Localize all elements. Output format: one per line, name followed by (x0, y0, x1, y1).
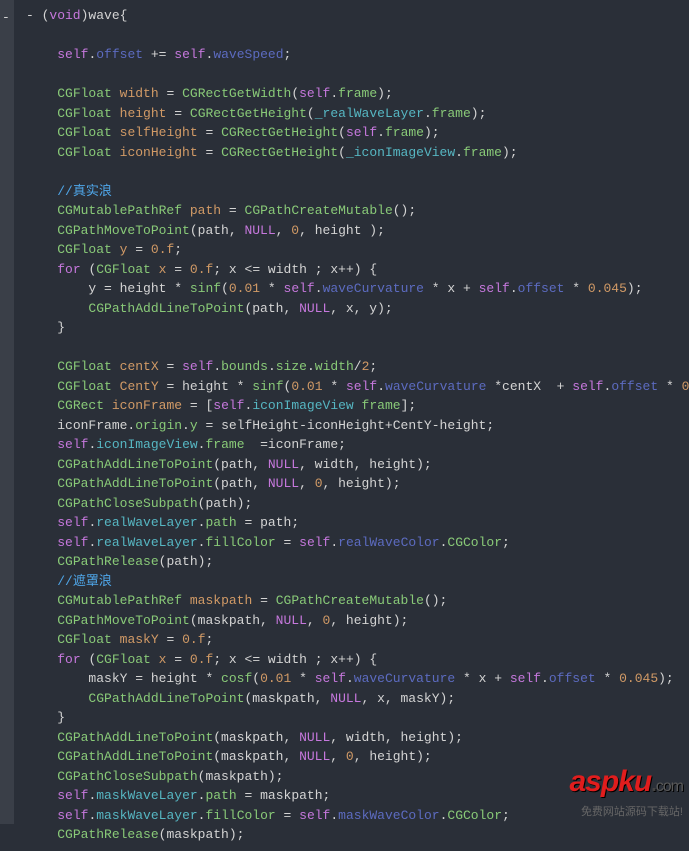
watermark-brand-main: aspku (569, 765, 651, 798)
code-editor-content: - (void)wave{ self.offset += self.waveSp… (0, 0, 689, 851)
watermark-brand: aspku.com (569, 759, 683, 804)
watermark-tagline: 免费网站源码下载站! (569, 804, 683, 821)
watermark-brand-tld: com (656, 778, 683, 795)
watermark: aspku.com 免费网站源码下载站! (569, 759, 683, 821)
fold-marker: - (2, 8, 10, 28)
editor-gutter: - (0, 0, 14, 824)
